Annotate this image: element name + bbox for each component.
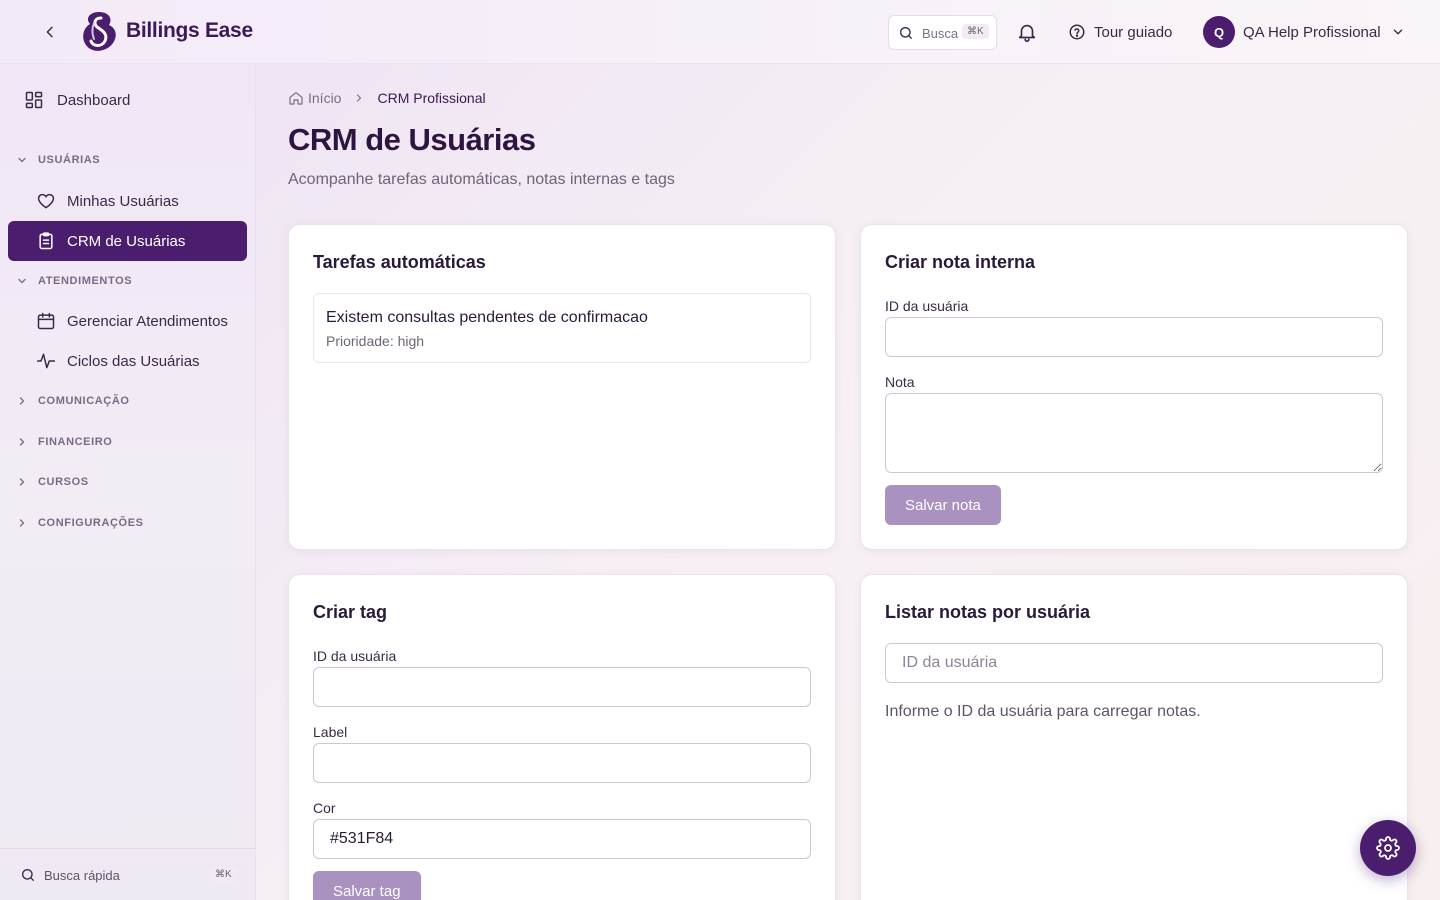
- sidebar-section-label: CONFIGURAÇÕES: [38, 517, 144, 529]
- create-tag-card: Criar tag ID da usuária Label Cor Salvar…: [288, 574, 836, 900]
- sidebar-item-minhas-usuarias[interactable]: Minhas Usuárias: [8, 181, 247, 221]
- main-content: Início CRM Profissional CRM de Usuárias …: [256, 64, 1440, 900]
- sidebar-item-label: Gerenciar Atendimentos: [67, 312, 228, 330]
- chevron-down-icon: [18, 157, 26, 163]
- chevron-right-icon: [19, 438, 25, 446]
- card-title: Listar notas por usuária: [885, 602, 1091, 622]
- sidebar-item-label: CRM de Usuárias: [67, 232, 186, 250]
- sidebar-section-cursos[interactable]: CURSOS: [16, 472, 89, 492]
- quick-search-label: Busca rápida: [44, 867, 120, 883]
- sidebar-item-crm-usuarias[interactable]: CRM de Usuárias: [8, 221, 247, 261]
- tag-user-id-label: ID da usuária: [313, 648, 397, 664]
- dashboard-icon: [23, 89, 45, 111]
- card-title: Criar nota interna: [885, 252, 1036, 272]
- note-text-label: Nota: [885, 374, 915, 390]
- top-header: Billings Ease Busca ⌘K Tour guiado Q QA …: [0, 0, 1440, 64]
- tag-label-input[interactable]: [313, 743, 811, 783]
- floating-settings-button[interactable]: [1360, 820, 1416, 876]
- gear-icon: [1376, 836, 1400, 860]
- sidebar-section-label: ATENDIMENTOS: [38, 275, 133, 287]
- clipboard-icon: [35, 230, 57, 252]
- calendar-icon: [35, 310, 57, 332]
- tag-label-label: Label: [313, 724, 348, 740]
- avatar: Q: [1203, 16, 1235, 48]
- page-title: CRM de Usuárias: [288, 122, 536, 157]
- chevron-right-icon: [19, 397, 25, 405]
- sidebar-item-label: Ciclos das Usuárias: [67, 352, 200, 370]
- search-label: Busca: [922, 26, 959, 41]
- tag-color-label: Cor: [313, 800, 336, 816]
- guided-tour-label: Tour guiado: [1094, 23, 1173, 41]
- tag-user-id-input[interactable]: [313, 667, 811, 707]
- task-item[interactable]: Existem consultas pendentes de confirmac…: [313, 293, 811, 363]
- list-notes-card: Listar notas por usuária Informe o ID da…: [860, 574, 1408, 900]
- sidebar-section-configuracoes[interactable]: CONFIGURAÇÕES: [16, 513, 144, 533]
- breadcrumb-home-link[interactable]: Início: [288, 90, 341, 106]
- bell-icon: [1018, 24, 1036, 42]
- card-title: Tarefas automáticas: [313, 252, 486, 272]
- card-title: Criar tag: [313, 602, 388, 622]
- list-notes-user-id-input[interactable]: [885, 643, 1383, 683]
- brand-logo-icon: [83, 12, 116, 51]
- sidebar-section-comunicacao[interactable]: COMUNICAÇÃO: [16, 391, 130, 411]
- brand-name: Billings Ease: [126, 19, 253, 42]
- search-icon: [900, 27, 912, 39]
- tag-color-input[interactable]: [313, 819, 811, 859]
- sidebar-section-usuarias[interactable]: USUÁRIAS: [16, 150, 100, 170]
- home-icon: [289, 92, 303, 105]
- list-notes-empty-hint: Informe o ID da usuária para carregar no…: [885, 703, 1201, 720]
- sidebar-section-label: COMUNICAÇÃO: [38, 395, 130, 407]
- sidebar-section-label: FINANCEIRO: [38, 436, 113, 448]
- create-internal-note-card: Criar nota interna ID da usuária Nota Sa…: [860, 224, 1408, 550]
- quick-search-button[interactable]: Busca rápida ⌘K: [20, 864, 237, 886]
- sidebar-item-ciclos-usuarias[interactable]: Ciclos das Usuárias: [8, 341, 247, 381]
- chevron-down-icon: [18, 278, 26, 284]
- sidebar-section-label: CURSOS: [38, 476, 89, 488]
- sidebar: Dashboard USUÁRIAS Minhas Usuárias CRM d…: [0, 64, 256, 900]
- chevron-left-icon: [46, 26, 53, 38]
- sidebar-item-label: Minhas Usuárias: [67, 192, 179, 210]
- breadcrumb-home-label: Início: [308, 90, 342, 106]
- page-subtitle: Acompanhe tarefas automáticas, notas int…: [288, 171, 675, 188]
- help-circle-icon: [1069, 24, 1085, 40]
- sidebar-section-financeiro[interactable]: FINANCEIRO: [16, 432, 112, 452]
- note-user-id-input[interactable]: [885, 317, 1383, 357]
- user-menu-button[interactable]: Q QA Help Profissional: [1203, 16, 1405, 48]
- notifications-button[interactable]: [1016, 21, 1038, 43]
- breadcrumb: Início CRM Profissional: [288, 88, 486, 108]
- breadcrumb-current: CRM Profissional: [377, 90, 486, 106]
- global-search-button[interactable]: Busca ⌘K: [888, 15, 997, 50]
- note-text-input[interactable]: [885, 393, 1383, 473]
- activity-icon: [35, 350, 57, 372]
- quick-search-shortcut-badge: ⌘K: [210, 867, 237, 882]
- note-user-id-label: ID da usuária: [885, 298, 969, 314]
- search-icon: [22, 869, 34, 881]
- sidebar-section-atendimentos[interactable]: ATENDIMENTOS: [16, 271, 132, 291]
- back-button[interactable]: [38, 20, 62, 44]
- sidebar-footer: Busca rápida ⌘K: [0, 848, 255, 900]
- heart-icon: [35, 190, 57, 212]
- chevron-right-icon: [19, 519, 25, 527]
- task-priority: Prioridade: high: [326, 333, 425, 349]
- sidebar-item-label: Dashboard: [57, 91, 131, 109]
- search-shortcut-badge: ⌘K: [962, 24, 989, 39]
- guided-tour-button[interactable]: Tour guiado: [1068, 20, 1172, 44]
- automatic-tasks-card: Tarefas automáticas Existem consultas pe…: [288, 224, 836, 550]
- save-tag-button[interactable]: Salvar tag: [313, 871, 421, 900]
- chevron-right-icon: [19, 478, 25, 486]
- sidebar-item-dashboard[interactable]: Dashboard: [12, 80, 247, 120]
- chevron-right-icon: [357, 94, 362, 102]
- sidebar-section-label: USUÁRIAS: [38, 154, 101, 166]
- user-name: QA Help Profissional: [1243, 23, 1381, 41]
- save-note-button[interactable]: Salvar nota: [885, 485, 1001, 525]
- chevron-down-icon: [1393, 29, 1402, 35]
- task-title: Existem consultas pendentes de confirmac…: [326, 309, 648, 326]
- sidebar-item-gerenciar-atendimentos[interactable]: Gerenciar Atendimentos: [8, 301, 247, 341]
